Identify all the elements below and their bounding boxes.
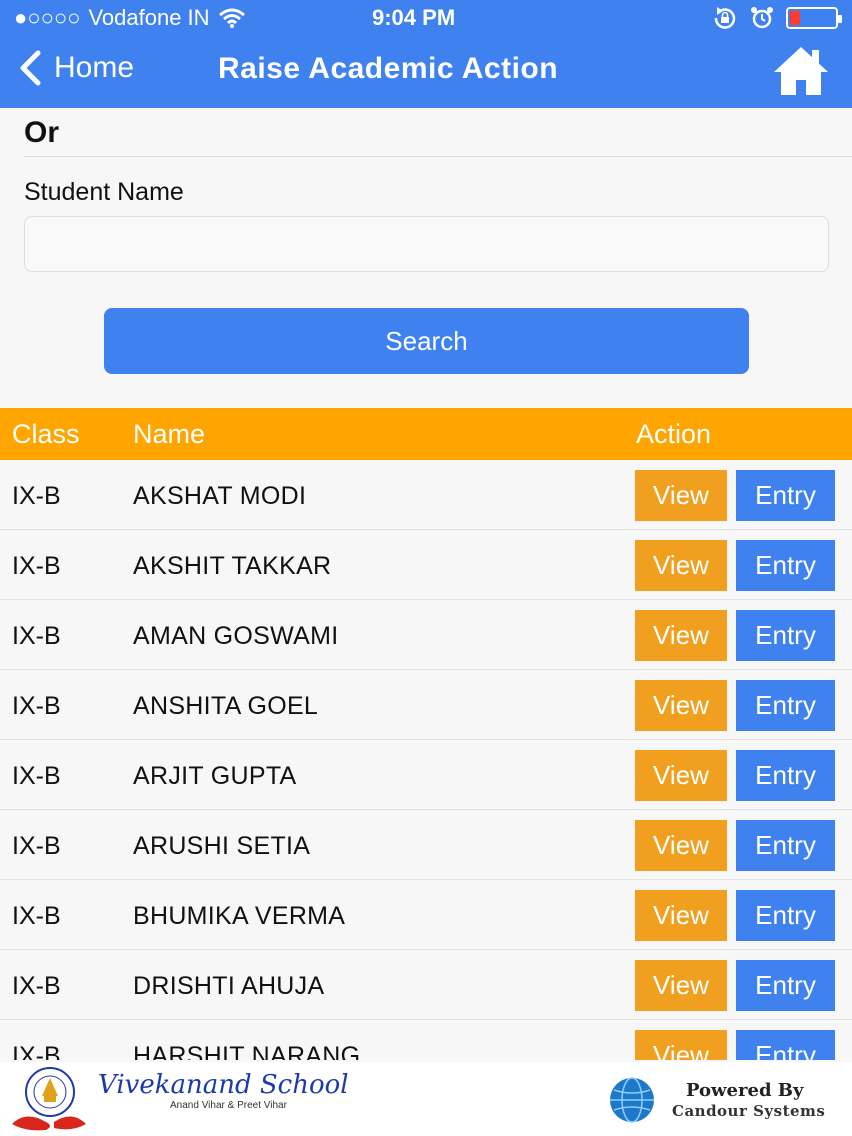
row-name: AMAN GOSWAMI <box>133 622 339 650</box>
row-name: AKSHAT MODI <box>133 482 307 510</box>
row-class: IX-B <box>12 832 61 860</box>
top-bar: ●○○○○ Vodafone IN 9:04 PM Home Raise Aca… <box>0 0 852 108</box>
entry-button[interactable]: Entry <box>736 820 835 871</box>
page-title: Raise Academic Action <box>218 52 559 85</box>
row-class: IX-B <box>12 482 61 510</box>
status-bar: ●○○○○ Vodafone IN 9:04 PM <box>0 0 852 34</box>
powered-by-label: Powered By <box>686 1080 804 1101</box>
row-class: IX-B <box>12 622 61 650</box>
header-name: Name <box>133 419 206 449</box>
table-row: IX-B AKSHAT MODI View Entry <box>0 460 852 530</box>
globe-logo-icon <box>610 1077 654 1123</box>
row-class: IX-B <box>12 762 61 790</box>
battery-icon <box>786 7 842 29</box>
table-row: IX-B HARSHIT NARANG View Entry <box>0 1020 852 1060</box>
status-icons <box>712 6 842 30</box>
entry-button[interactable]: Entry <box>736 750 835 801</box>
carrier-name: Vodafone IN <box>88 5 210 30</box>
company-name: Candour Systems <box>672 1102 826 1120</box>
row-name: AKSHIT TAKKAR <box>133 552 332 580</box>
entry-button[interactable]: Entry <box>736 890 835 941</box>
row-class: IX-B <box>12 1042 61 1060</box>
table-row: IX-B ARJIT GUPTA View Entry <box>0 740 852 810</box>
nav-bar: Home Raise Academic Action <box>0 40 852 104</box>
row-name: DRISHTI AHUJA <box>133 972 325 1000</box>
entry-button[interactable]: Entry <box>736 1030 835 1060</box>
entry-button[interactable]: Entry <box>736 610 835 661</box>
view-button[interactable]: View <box>635 1030 727 1060</box>
clock: 9:04 PM <box>372 5 456 30</box>
view-button[interactable]: View <box>635 540 727 591</box>
search-button[interactable]: Search <box>104 308 749 374</box>
signal-dots: ●○○○○ <box>14 5 81 30</box>
battery-level <box>790 11 800 25</box>
entry-button[interactable]: Entry <box>736 470 835 521</box>
table-row: IX-B ARUSHI SETIA View Entry <box>0 810 852 880</box>
student-name-input[interactable] <box>24 216 829 272</box>
school-subtitle: Anand Vihar & Preet Vihar <box>170 1100 287 1111</box>
alarm-icon <box>751 7 773 29</box>
row-name: BHUMIKA VERMA <box>133 902 346 930</box>
rotation-lock-icon <box>714 7 736 29</box>
chevron-left-icon <box>20 50 41 86</box>
row-name: ARUSHI SETIA <box>133 832 311 860</box>
table-row: IX-B ANSHITA GOEL View Entry <box>0 670 852 740</box>
school-logo-icon <box>12 1067 86 1131</box>
entry-button[interactable]: Entry <box>736 540 835 591</box>
view-button[interactable]: View <box>635 470 727 521</box>
view-button[interactable]: View <box>635 750 727 801</box>
view-button[interactable]: View <box>635 960 727 1011</box>
table-header: Class Name Action <box>0 408 852 460</box>
home-icon[interactable] <box>772 44 830 98</box>
row-class: IX-B <box>12 692 61 720</box>
school-name: Vivekanand School <box>98 1070 349 1100</box>
entry-button[interactable]: Entry <box>736 960 835 1011</box>
row-name: ARJIT GUPTA <box>133 762 297 790</box>
view-button[interactable]: View <box>635 820 727 871</box>
view-button[interactable]: View <box>635 890 727 941</box>
view-button[interactable]: View <box>635 610 727 661</box>
carrier-info: ●○○○○ Vodafone IN <box>14 5 246 31</box>
back-button[interactable]: Home <box>16 50 134 86</box>
row-class: IX-B <box>12 972 61 1000</box>
table-row: IX-B BHUMIKA VERMA View Entry <box>0 880 852 950</box>
table-row: IX-B AKSHIT TAKKAR View Entry <box>0 530 852 600</box>
header-class: Class <box>12 419 80 449</box>
wifi-icon <box>218 8 245 28</box>
table-row: IX-B DRISHTI AHUJA View Entry <box>0 950 852 1020</box>
student-table: Class Name Action IX-B AKSHAT MODI View … <box>0 408 852 1060</box>
view-button[interactable]: View <box>635 680 727 731</box>
back-label: Home <box>54 51 135 84</box>
or-label: Or <box>24 116 60 149</box>
row-class: IX-B <box>12 902 61 930</box>
entry-button[interactable]: Entry <box>736 680 835 731</box>
table-row: IX-B AMAN GOSWAMI View Entry <box>0 600 852 670</box>
row-name: ANSHITA GOEL <box>133 692 319 720</box>
student-name-label: Student Name <box>24 178 184 206</box>
main-content: Or Student Name Search Class Name Action… <box>0 108 852 1060</box>
footer-banner: Vivekanand School Anand Vihar & Preet Vi… <box>0 1062 852 1136</box>
row-class: IX-B <box>12 552 61 580</box>
row-name: HARSHIT NARANG <box>133 1042 361 1060</box>
header-action: Action <box>636 419 712 449</box>
divider <box>24 156 852 157</box>
